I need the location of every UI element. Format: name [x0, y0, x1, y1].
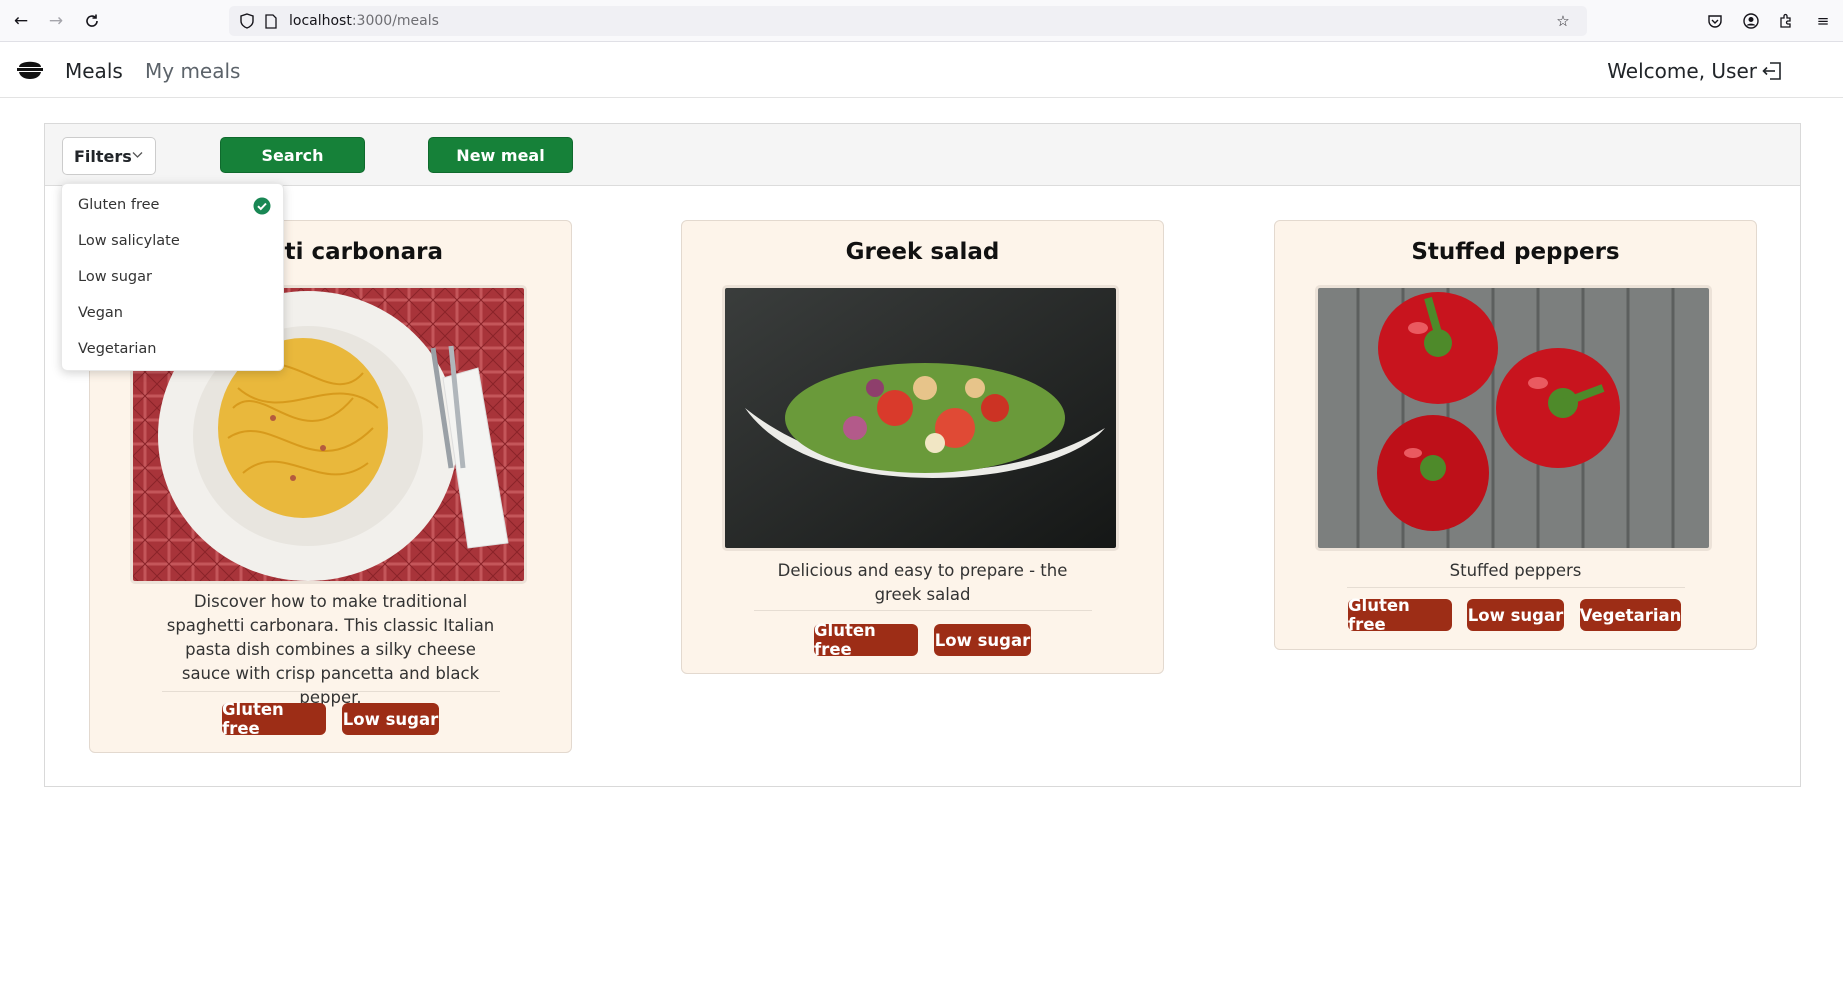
tag-low-sugar: Low sugar: [934, 624, 1031, 656]
tag-low-sugar: Low sugar: [342, 703, 439, 735]
meal-image-greek-salad: [722, 285, 1119, 551]
divider: [754, 610, 1092, 611]
shield-icon[interactable]: [237, 11, 257, 31]
welcome-text: Welcome, User: [1607, 59, 1757, 83]
new-meal-button[interactable]: New meal: [428, 137, 573, 173]
app-navbar: Meals My meals Welcome, User: [0, 42, 1843, 98]
meals-panel: Filters Search New meal etti carbonara D…: [44, 123, 1801, 787]
back-arrow-icon[interactable]: ←: [11, 11, 31, 31]
meal-card-greek-salad[interactable]: Greek salad Delicious and easy to prepar…: [681, 220, 1164, 674]
search-button[interactable]: Search: [220, 137, 365, 173]
bookmark-star-icon[interactable]: ☆: [1553, 11, 1573, 31]
tag-gluten-free: Gluten free: [814, 621, 918, 659]
divider: [162, 691, 500, 692]
filters-label: Filters: [74, 146, 132, 166]
account-icon[interactable]: [1741, 11, 1761, 31]
nav-link-meals[interactable]: Meals: [65, 59, 123, 83]
chevron-down-icon: [132, 148, 143, 162]
meal-card-stuffed-peppers[interactable]: Stuffed peppers Stuffed peppers Gluten f…: [1274, 220, 1757, 650]
meal-description: Delicious and easy to prepare - the gree…: [777, 561, 1068, 604]
meal-description: Stuffed peppers: [1449, 561, 1582, 580]
address-bar[interactable]: localhost:3000/meals ☆: [229, 6, 1587, 36]
filter-option-vegan[interactable]: Vegan: [78, 305, 123, 321]
menu-hamburger-icon[interactable]: ≡: [1813, 11, 1833, 31]
filter-option-low-salicylate[interactable]: Low salicylate: [78, 233, 180, 249]
forward-arrow-icon[interactable]: →: [46, 11, 66, 31]
logout-icon[interactable]: [1761, 60, 1783, 82]
tag-gluten-free: Gluten free: [1348, 596, 1452, 634]
filters-dropdown-button[interactable]: Filters: [62, 137, 156, 175]
filter-option-vegetarian[interactable]: Vegetarian: [78, 341, 156, 357]
filter-option-gluten-free[interactable]: Gluten free: [78, 197, 159, 213]
reload-icon[interactable]: [82, 11, 102, 31]
meal-title: Stuffed peppers: [1411, 239, 1620, 265]
filter-option-low-sugar[interactable]: Low sugar: [78, 269, 152, 285]
divider: [1347, 587, 1685, 588]
tag-vegetarian: Vegetarian: [1580, 599, 1681, 631]
filters-dropdown-menu: Gluten free Low salicylate Low sugar Veg…: [61, 183, 284, 371]
meals-toolbar: Filters Search New meal: [45, 124, 1800, 186]
bowl-logo-icon[interactable]: [16, 57, 44, 81]
tag-low-sugar: Low sugar: [1467, 599, 1564, 631]
nav-link-my-meals[interactable]: My meals: [145, 59, 240, 83]
url-text: localhost:3000/meals: [289, 13, 439, 29]
meal-image-stuffed-peppers: [1315, 285, 1712, 551]
check-circle-icon: [253, 197, 271, 215]
extensions-icon[interactable]: [1776, 11, 1796, 31]
tag-gluten-free: Gluten free: [222, 700, 326, 738]
pocket-icon[interactable]: [1705, 11, 1725, 31]
url-path: :3000/meals: [351, 13, 439, 29]
browser-toolbar: ← → localhost:3000/meals ☆ ≡: [0, 0, 1843, 42]
meal-title: Greek salad: [845, 239, 1000, 265]
page-icon: [261, 11, 281, 31]
meal-description: Discover how to make traditional spaghet…: [166, 592, 495, 707]
url-host: localhost: [289, 13, 352, 29]
